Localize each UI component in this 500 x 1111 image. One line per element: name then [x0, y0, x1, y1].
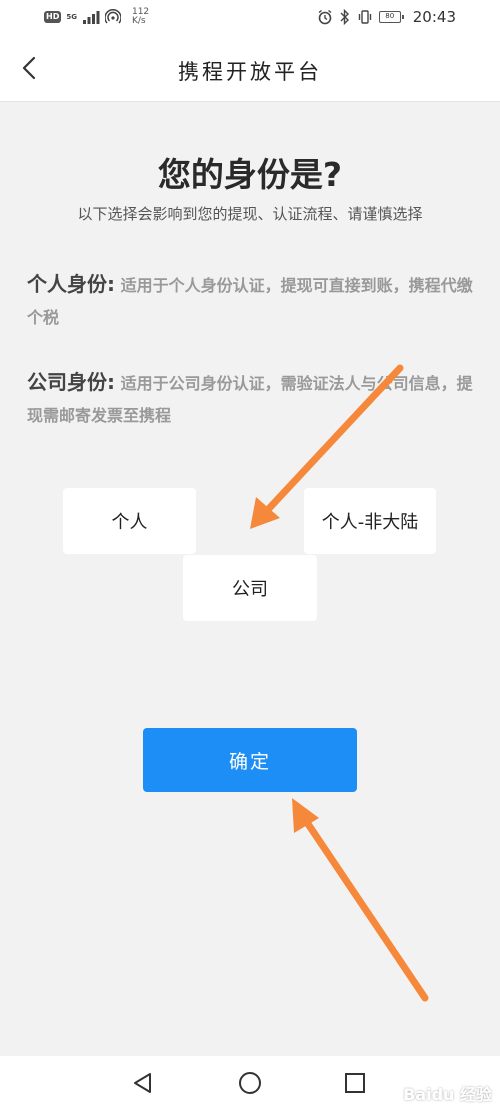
signal-icon [82, 11, 100, 24]
arrow-bottom-annotation [292, 798, 429, 1002]
network-type: 5G [66, 12, 77, 21]
page-title: 您的身份是? [157, 155, 343, 194]
option-personal-button[interactable]: 个人 [63, 488, 196, 554]
status-bar: HD 5G 112 K/s 80 20:43 [0, 0, 500, 36]
company-identity-term: 公司身份: [27, 370, 115, 394]
battery-icon: 80 [378, 11, 404, 23]
nav-home-button[interactable] [236, 1069, 264, 1097]
confirm-button[interactable]: 确定 [143, 728, 357, 792]
personal-identity-term: 个人身份: [27, 272, 115, 296]
circle-home-icon [239, 1072, 261, 1094]
hotspot-icon [104, 9, 121, 24]
baidu-watermark: Baidu 经验 [403, 1085, 492, 1104]
triangle-back-icon [134, 1073, 151, 1093]
hd-badge: HD [44, 11, 62, 23]
status-right: 80 20:43 [317, 8, 456, 26]
nav-recent-button[interactable] [341, 1069, 369, 1097]
personal-identity-description: 个人身份: 适用于个人身份认证，提现可直接到账，携程代缴个税 [27, 268, 475, 334]
system-nav-bar: Baidu 经验 [0, 1056, 500, 1111]
vibrate-icon [358, 10, 371, 24]
speed-unit: K/s [131, 16, 146, 26]
bluetooth-icon [340, 9, 349, 25]
app-header: 携程开放平台 [0, 36, 500, 102]
company-identity-description: 公司身份: 适用于公司身份认证，需验证法人与公司信息，提现需邮寄发票至携程 [27, 366, 475, 432]
nav-back-button[interactable] [130, 1069, 158, 1097]
status-left: HD 5G 112 K/s [44, 8, 149, 26]
option-company-button[interactable]: 公司 [183, 555, 317, 621]
header-title: 携程开放平台 [178, 60, 322, 84]
option-non-mainland-button[interactable]: 个人-非大陆 [304, 488, 436, 554]
alarm-icon [318, 9, 332, 25]
network-speed: 112 K/s [132, 8, 149, 26]
square-recent-icon [345, 1073, 365, 1093]
clock: 20:43 [412, 8, 456, 26]
page-subtitle: 以下选择会影响到您的提现、认证流程、请谨慎选择 [77, 205, 423, 223]
